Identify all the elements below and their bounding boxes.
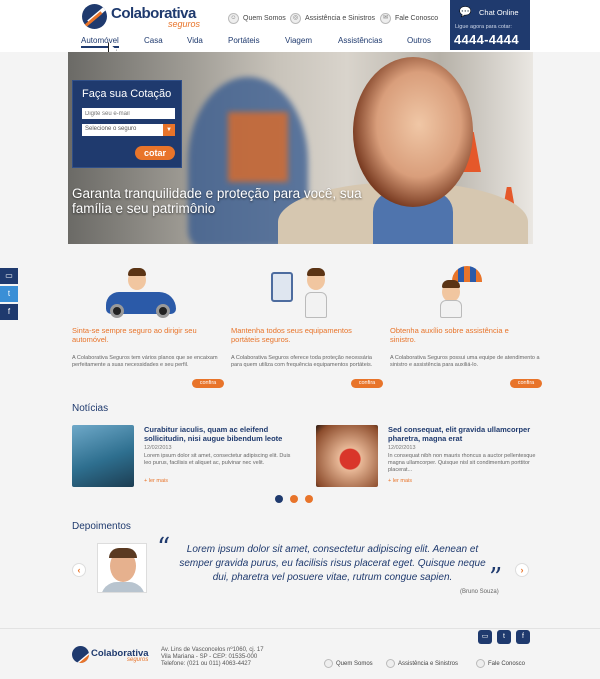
footer-fale-conosco-link[interactable]: Fale Conosco <box>476 658 525 669</box>
phone-illustration <box>231 266 381 322</box>
woman-face <box>353 57 473 207</box>
nav-outros[interactable]: Outros <box>407 36 431 45</box>
email-input[interactable] <box>82 108 175 119</box>
facebook-icon: f <box>7 307 11 316</box>
facebook-icon: f <box>522 633 524 640</box>
confira-button[interactable]: confira <box>510 379 542 388</box>
mail-icon: ✉ <box>380 12 391 24</box>
insurance-select[interactable]: Selecione o seguro ▼ <box>82 124 175 136</box>
chat-bubble-icon: 💬 <box>459 7 472 18</box>
footer-phone: Telefone: (021 ou 011) 4063-4427 <box>161 661 251 667</box>
chat-label: Chat Online <box>479 8 519 17</box>
news-image <box>316 425 378 487</box>
chevron-down-icon: ▼ <box>163 124 175 136</box>
testimonial-quote: Lorem ipsum dolor sit amet, consectetur … <box>179 544 486 583</box>
next-arrow-button[interactable]: › <box>515 563 529 577</box>
mail-icon <box>476 659 485 668</box>
news-date: 12/02/2013 <box>144 445 172 451</box>
feature-title: Obtenha auxílio sobre assistência e sini… <box>390 326 509 344</box>
chat-online-box[interactable]: 💬 Chat Online Ligue agora para cotar: 44… <box>450 0 530 50</box>
open-quote-icon: “ <box>157 533 171 563</box>
umbrella-illustration <box>390 266 540 322</box>
footer-assistencia-link[interactable]: Assistência e Sinistros <box>386 658 458 669</box>
hero-headline: Garanta tranquilidade e proteção para vo… <box>72 186 362 216</box>
assistencia-link[interactable]: ◎ Assistência e Sinistros <box>290 11 375 25</box>
footer-address-1: Av. Lins de Vasconcelos nº1060, cj. 17 <box>161 647 264 653</box>
logo-sub: seguros <box>168 19 201 29</box>
twitter-icon: t <box>503 633 505 640</box>
news-section-title: Notícias <box>72 403 109 414</box>
news-item[interactable]: Sed consequat, elit gravida ullamcorper … <box>316 425 536 495</box>
quem-somos-link[interactable]: ☺ Quem Somos <box>228 11 286 25</box>
read-more-link[interactable]: + ler mais <box>144 478 168 484</box>
car-illustration <box>72 266 222 322</box>
carousel-dot[interactable] <box>290 495 298 503</box>
chat-phone: 4444-4444 <box>454 32 519 47</box>
fale-conosco-link[interactable]: ✉ Fale Conosco <box>380 11 438 25</box>
feature-title: Sinta-se sempre seguro ao dirigir seu au… <box>72 326 197 344</box>
footer-quem-somos-link[interactable]: Quem Somos <box>324 658 373 669</box>
nav-portateis[interactable]: Portáteis <box>228 36 260 45</box>
news-title[interactable]: Sed consequat, elit gravida ullamcorper … <box>388 425 538 443</box>
footer-twitter-button[interactable]: t <box>497 630 511 644</box>
footer-logo-sub: seguros <box>127 657 149 663</box>
logo-mark-icon <box>82 4 107 29</box>
feature-title: Mantenha todos seus equipamentos portáte… <box>231 326 352 344</box>
news-text: Lorem ipsum dolor sit amet, consectetur … <box>144 453 291 466</box>
news-image <box>72 425 134 487</box>
read-more-link[interactable]: + ler mais <box>388 478 412 484</box>
news-text: In consequat nibh non mauris rhoncus a a… <box>388 453 536 473</box>
chat-icon: ▭ <box>481 633 489 640</box>
nav-assistencias[interactable]: Assistências <box>338 36 382 45</box>
footer-facebook-button[interactable]: f <box>516 630 530 644</box>
nav-viagem[interactable]: Viagem <box>285 36 312 45</box>
umbrella-icon <box>452 266 482 282</box>
quote-form: Faça sua Cotação Selecione o seguro ▼ co… <box>72 80 182 168</box>
side-facebook-button[interactable]: f <box>0 304 18 320</box>
footer-chat-button[interactable]: ▭ <box>478 630 492 644</box>
nav-vida[interactable]: Vida <box>187 36 203 45</box>
testimonial-avatar <box>97 543 147 593</box>
testimonial-author: (Bruno Souza) <box>460 589 499 595</box>
news-item[interactable]: Curabitur iaculis, quam ac eleifend soll… <box>72 425 292 495</box>
main-nav: Automóvel Casa Vida Portáteis Viagem Ass… <box>72 36 442 50</box>
footer-address-2: Vila Mariana - SP - CEP: 01535-000 <box>161 654 258 660</box>
feature-text: A Colaborativa Seguros oferece toda prot… <box>231 355 373 368</box>
chat-icon: ▭ <box>5 271 13 280</box>
quote-form-title: Faça sua Cotação <box>82 88 172 100</box>
confira-button[interactable]: confira <box>192 379 224 388</box>
feature-text: A Colaborativa Seguros possui uma equipe… <box>390 355 540 368</box>
side-twitter-button[interactable]: t <box>0 286 18 302</box>
cotar-button[interactable]: cotar <box>135 146 175 160</box>
nav-automovel[interactable]: Automóvel <box>81 36 119 48</box>
nav-casa[interactable]: Casa <box>144 36 163 45</box>
carousel-dot[interactable] <box>305 495 313 503</box>
lifebuoy-icon <box>386 659 395 668</box>
people-icon <box>324 659 333 668</box>
twitter-icon: t <box>7 289 11 298</box>
footer-divider <box>0 628 600 629</box>
footer-logo[interactable]: Colaborativa seguros <box>72 646 152 666</box>
logo-mark-icon <box>72 646 89 663</box>
mechanic-vest <box>228 112 288 182</box>
carousel-dot-active[interactable] <box>275 495 283 503</box>
confira-button[interactable]: confira <box>351 379 383 388</box>
side-chat-button[interactable]: ▭ <box>0 268 18 284</box>
news-title[interactable]: Curabitur iaculis, quam ac eleifend soll… <box>144 425 294 443</box>
people-icon: ☺ <box>228 12 239 24</box>
logo[interactable]: Colaborativa seguros <box>82 4 200 34</box>
chat-sub: Ligue agora para cotar: <box>455 24 512 30</box>
news-date: 12/02/2013 <box>388 445 416 451</box>
lifebuoy-icon: ◎ <box>290 12 301 24</box>
testimonials-section-title: Depoimentos <box>72 521 131 532</box>
feature-text: A Colaborativa Seguros tem vários planos… <box>72 355 218 368</box>
prev-arrow-button[interactable]: ‹ <box>72 563 86 577</box>
